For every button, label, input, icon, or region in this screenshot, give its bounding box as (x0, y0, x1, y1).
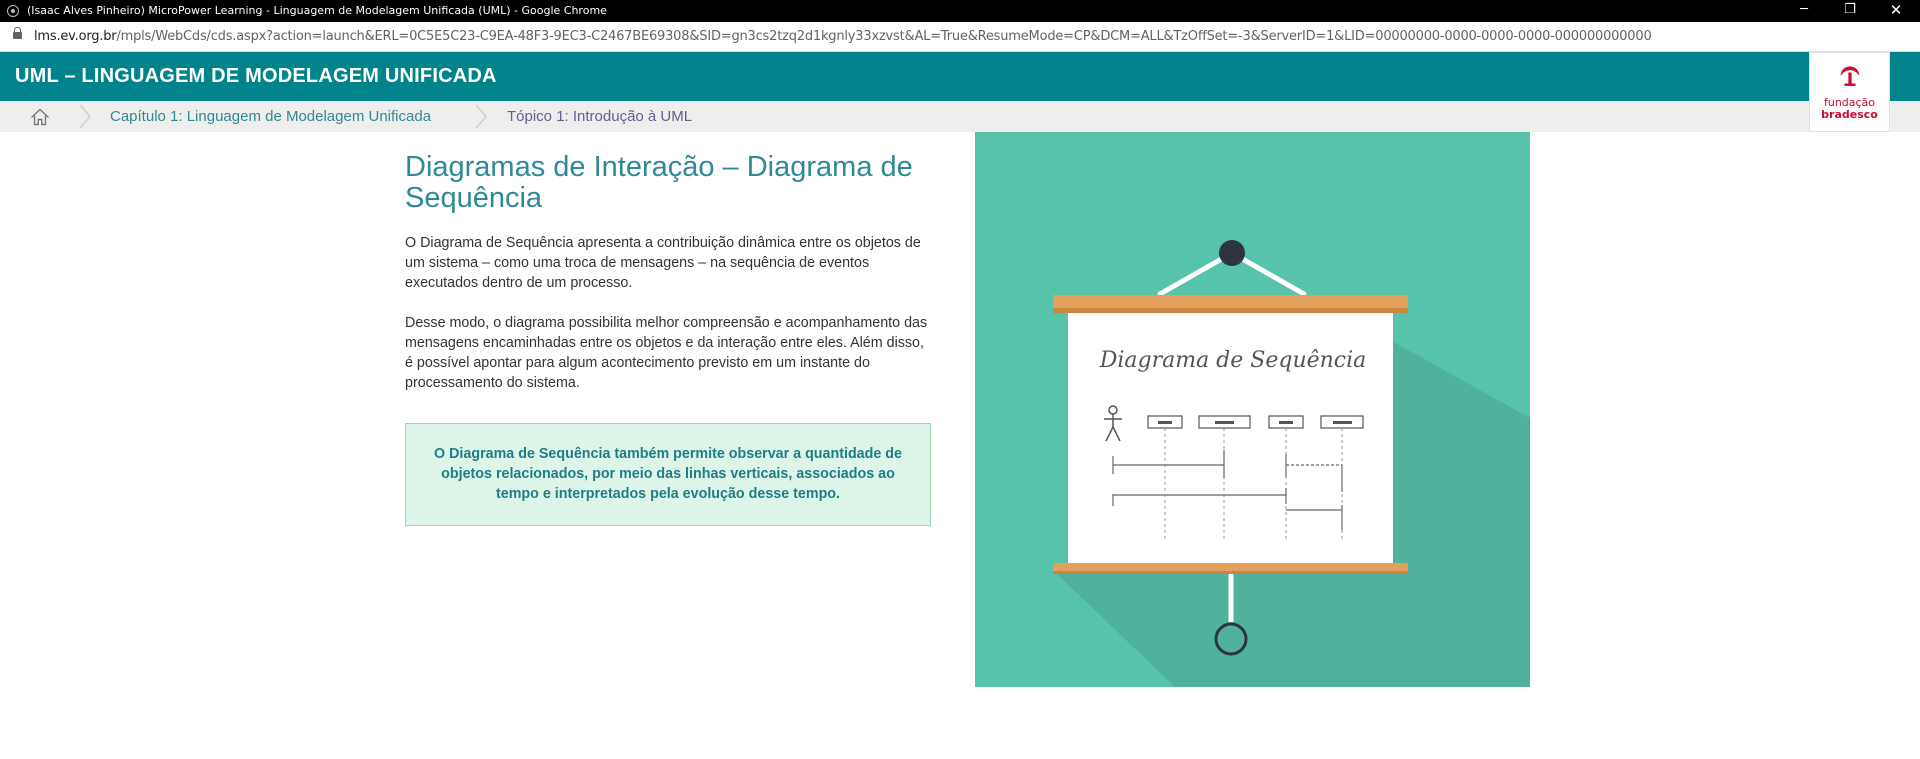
minimize-button[interactable]: ─ (1781, 0, 1827, 22)
lesson-content: Diagramas de Interação – Diagrama de Seq… (405, 152, 931, 526)
window-title: (Isaac Alves Pinheiro) MicroPower Learni… (27, 4, 607, 17)
paragraph-intro: O Diagrama de Sequência apresenta a cont… (405, 235, 921, 291)
url-host: lms.ev.org.br (34, 29, 117, 44)
highlight-callout: O Diagrama de Sequência também permite o… (405, 423, 931, 526)
course-header: UML – LINGUAGEM DE MODELAGEM UNIFICADA (0, 52, 1920, 101)
fundacao-bradesco-logo: fundação bradesco (1809, 52, 1890, 132)
window-titlebar: (Isaac Alves Pinheiro) MicroPower Learni… (0, 0, 1920, 22)
url-path: /mpls/WebCds/cds.aspx?action=launch&ERL=… (116, 29, 1652, 44)
restore-button[interactable]: ❐ (1827, 0, 1873, 22)
breadcrumb-chapter-link[interactable]: Capítulo 1: Linguagem de Modelagem Unifi… (110, 108, 431, 125)
page-title: Diagramas de Interação – Diagrama de Seq… (405, 151, 913, 214)
logo-text-bradesco: bradesco (1821, 108, 1878, 121)
close-window-button[interactable]: ✕ (1873, 0, 1919, 22)
course-title: UML – LINGUAGEM DE MODELAGEM UNIFICADA (15, 65, 497, 87)
address-bar[interactable]: lms.ev.org.br/mpls/WebCds/cds.aspx?actio… (0, 22, 1920, 52)
paragraph-detail: Desse modo, o diagrama possibilita melho… (405, 315, 928, 391)
lock-icon (13, 27, 22, 39)
chevron-right-icon (79, 104, 91, 129)
bradesco-tree-icon (1840, 66, 1860, 86)
breadcrumb-topic-link[interactable]: Tópico 1: Introdução à UML (507, 108, 692, 125)
home-icon[interactable] (30, 108, 50, 126)
board-bottom-rail (1053, 563, 1408, 571)
url-text[interactable]: lms.ev.org.br/mpls/WebCds/cds.aspx?actio… (34, 29, 1652, 44)
board-top-rail (1053, 295, 1408, 308)
hook-icon (1219, 240, 1245, 266)
breadcrumb: Capítulo 1: Linguagem de Modelagem Unifi… (0, 101, 1920, 132)
board-title: Diagrama de Sequência (1099, 348, 1367, 373)
chrome-app-icon (7, 5, 19, 17)
sequence-diagram-illustration: Diagrama de Sequência (975, 132, 1530, 687)
chevron-right-icon (475, 104, 487, 129)
